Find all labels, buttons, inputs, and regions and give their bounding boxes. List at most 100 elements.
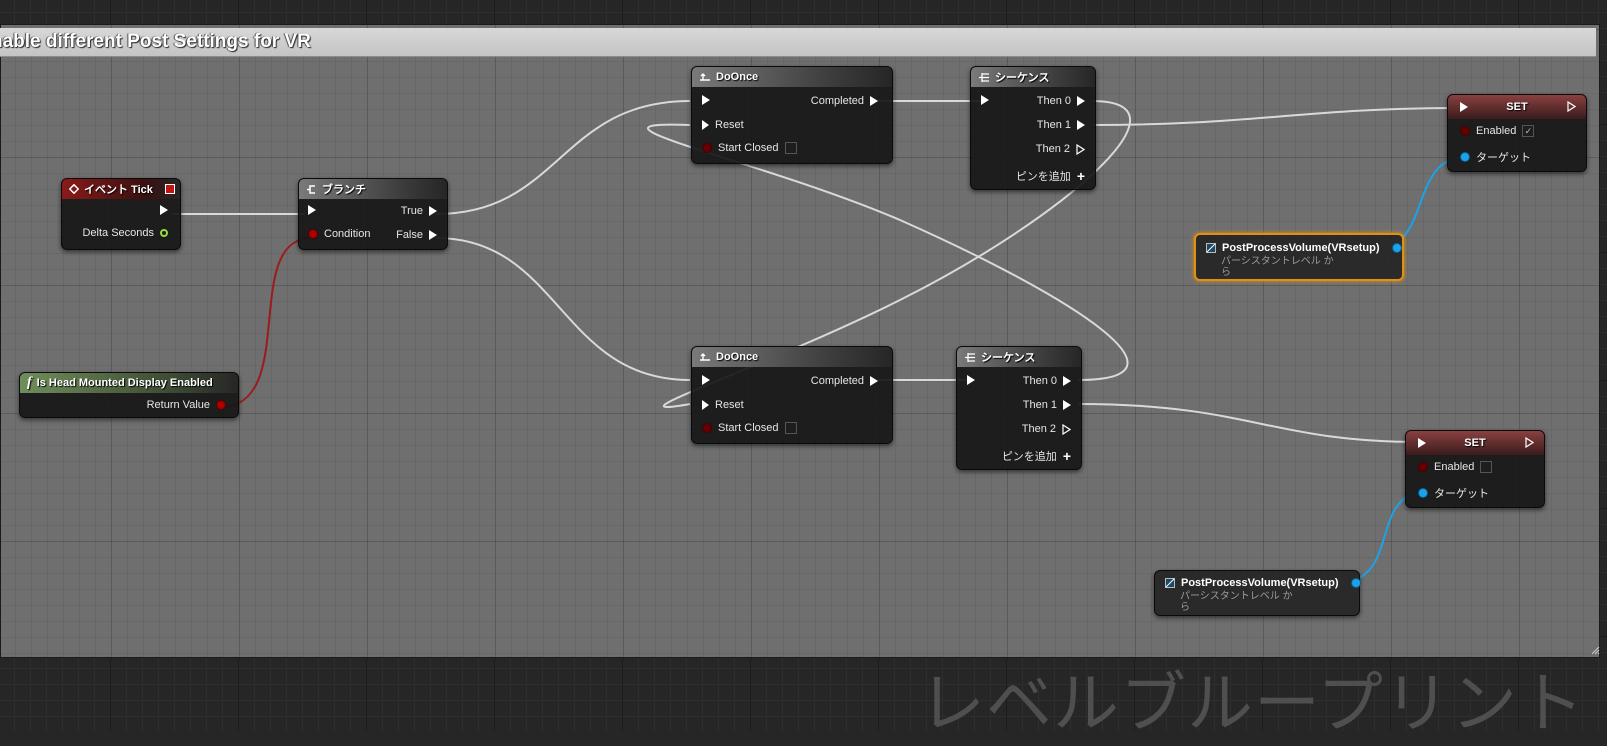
- event-tick-header: イベント Tick: [62, 179, 180, 199]
- sequence-bottom-add-pin-row[interactable]: ピンを追加 +: [1002, 448, 1071, 464]
- condition-pin[interactable]: [308, 229, 318, 239]
- set-exec-out-pin[interactable]: [1525, 437, 1534, 448]
- sequence-top-then1-row: Then 1: [1037, 119, 1085, 131]
- comment-resize-grip-icon[interactable]: [1590, 645, 1600, 655]
- false-exec-pin[interactable]: [429, 230, 437, 240]
- function-f-icon: f: [27, 375, 32, 390]
- sequence-bottom-exec-in-row: [967, 375, 975, 385]
- branch-node[interactable]: ブランチ True Condition False: [298, 178, 448, 250]
- branch-false-row: False: [396, 229, 437, 241]
- hmd-enabled-node[interactable]: f Is Head Mounted Display Enabled Return…: [19, 372, 239, 418]
- doonce-bottom-exec-in-row: [702, 375, 710, 385]
- completed-label: Completed: [810, 375, 864, 387]
- set-top-enabled-row: Enabled ✓: [1460, 125, 1535, 137]
- condition-label: Condition: [324, 228, 371, 240]
- sequence-icon: [978, 72, 990, 83]
- ppv-bottom-node[interactable]: PostProcessVolume(VRsetup) パーシスタントレベル か …: [1154, 570, 1361, 616]
- set-exec-out-pin[interactable]: [1567, 101, 1576, 112]
- doonce-top-completed-row: Completed: [811, 95, 878, 107]
- completed-exec-pin[interactable]: [870, 96, 878, 106]
- doonce-bottom-completed-row: Completed: [811, 375, 878, 387]
- comment-header[interactable]: nable different Post Settings for VR: [0, 28, 1596, 57]
- exec-in-pin[interactable]: [981, 95, 989, 105]
- set-top-node[interactable]: SET Enabled ✓ ターゲット: [1447, 94, 1587, 172]
- target-pin[interactable]: [1460, 152, 1470, 162]
- ppv-top-output-pin[interactable]: [1391, 243, 1402, 253]
- ppv-top-title-row: PostProcessVolume(VRsetup): [1206, 242, 1402, 254]
- start-closed-pin[interactable]: [702, 423, 712, 433]
- delta-seconds-pin[interactable]: [160, 229, 168, 237]
- variable-reference-icon: [1206, 243, 1216, 253]
- start-closed-checkbox[interactable]: [784, 142, 797, 154]
- exec-in-pin[interactable]: [702, 375, 710, 385]
- enabled-pin[interactable]: [1460, 126, 1470, 136]
- then1-exec-pin[interactable]: [1063, 400, 1071, 410]
- set-exec-in-pin[interactable]: [1418, 438, 1426, 448]
- set-bottom-enabled-row: Enabled: [1418, 461, 1493, 473]
- sequence-bottom-node[interactable]: シーケンス Then 0 Then 1 Then 2 ピンを追加 +: [956, 346, 1082, 470]
- then0-label: Then 0: [1022, 375, 1057, 387]
- add-pin-label[interactable]: ピンを追加: [1016, 168, 1071, 184]
- set-bottom-header: SET: [1406, 431, 1544, 455]
- exec-in-pin[interactable]: [967, 375, 975, 385]
- comment-title: nable different Post Settings for VR: [0, 31, 311, 52]
- branch-condition-row: Condition: [308, 228, 370, 240]
- sequence-top-title: シーケンス: [995, 72, 1050, 84]
- enabled-checkbox-unchecked[interactable]: [1480, 461, 1493, 473]
- then1-exec-pin[interactable]: [1077, 120, 1085, 130]
- set-top-target-row: ターゲット: [1460, 149, 1531, 165]
- sequence-top-then2-row: Then 2: [1036, 143, 1085, 155]
- then1-label: Then 1: [1022, 399, 1057, 411]
- set-top-title: SET: [1506, 101, 1528, 113]
- add-pin-plus-icon[interactable]: +: [1063, 448, 1071, 464]
- add-pin-label[interactable]: ピンを追加: [1002, 448, 1057, 464]
- ppv-bottom-subtitle: パーシスタントレベル か ら: [1180, 591, 1293, 613]
- add-pin-plus-icon[interactable]: +: [1077, 168, 1085, 184]
- reset-exec-pin[interactable]: [702, 120, 709, 130]
- doonce-bottom-node[interactable]: DoOnce Completed Reset Start Closed: [691, 346, 893, 444]
- doonce-bottom-header: DoOnce: [692, 347, 892, 367]
- return-value-pin[interactable]: [216, 400, 226, 410]
- reset-exec-pin[interactable]: [702, 400, 709, 410]
- sequence-top-header: シーケンス: [971, 67, 1095, 87]
- ppv-top-subtitle-line1: パーシスタントレベル か: [1221, 256, 1334, 267]
- start-closed-pin[interactable]: [702, 143, 712, 153]
- start-closed-checkbox[interactable]: [784, 422, 797, 434]
- completed-exec-pin[interactable]: [870, 376, 878, 386]
- hmd-title: Is Head Mounted Display Enabled: [36, 377, 213, 389]
- ppv-bottom-subtitle-line2: ら: [1180, 602, 1190, 613]
- start-closed-label: Start Closed: [718, 422, 779, 434]
- sequence-bottom-then1-row: Then 1: [1023, 399, 1071, 411]
- doonce-bottom-reset-row: Reset: [702, 399, 744, 411]
- exec-in-pin[interactable]: [308, 205, 316, 215]
- sequence-icon: [964, 352, 976, 363]
- exec-in-pin[interactable]: [702, 95, 710, 105]
- ppv-bottom-output-pin[interactable]: [1350, 578, 1361, 588]
- sequence-top-then0-row: Then 0: [1037, 95, 1085, 107]
- doonce-top-start-closed-row: Start Closed: [702, 142, 797, 154]
- exec-out-pin[interactable]: [160, 205, 168, 215]
- set-exec-in-pin[interactable]: [1460, 102, 1468, 112]
- event-delegate-pin[interactable]: [165, 184, 175, 194]
- ppv-top-node[interactable]: PostProcessVolume(VRsetup) パーシスタントレベル か …: [1194, 233, 1404, 281]
- sequence-top-add-pin-row[interactable]: ピンを追加 +: [1016, 168, 1085, 184]
- event-tick-node[interactable]: イベント Tick Delta Seconds: [61, 178, 181, 250]
- set-bottom-node[interactable]: SET Enabled ターゲット: [1405, 430, 1545, 508]
- level-blueprint-watermark: レベルブループリント: [918, 666, 1585, 740]
- enabled-pin[interactable]: [1418, 462, 1428, 472]
- true-exec-pin[interactable]: [429, 206, 437, 216]
- enabled-checkbox-checked[interactable]: ✓: [1522, 125, 1535, 137]
- sequence-top-node[interactable]: シーケンス Then 0 Then 1 Then 2 ピンを追加 +: [970, 66, 1096, 190]
- then2-exec-pin-unconnected[interactable]: [1062, 423, 1071, 435]
- variable-reference-icon: [1165, 578, 1175, 588]
- doonce-top-node[interactable]: DoOnce Completed Reset Start Closed: [691, 66, 893, 164]
- then0-exec-pin[interactable]: [1063, 376, 1071, 386]
- sequence-top-exec-in-row: [981, 95, 989, 105]
- target-pin[interactable]: [1418, 488, 1428, 498]
- doonce-bottom-title: DoOnce: [716, 351, 759, 363]
- enabled-label: Enabled: [1434, 461, 1475, 473]
- set-top-header: SET: [1448, 95, 1586, 119]
- then2-exec-pin-unconnected[interactable]: [1076, 143, 1085, 155]
- ppv-bottom-title-row: PostProcessVolume(VRsetup): [1165, 577, 1361, 589]
- then0-exec-pin[interactable]: [1077, 96, 1085, 106]
